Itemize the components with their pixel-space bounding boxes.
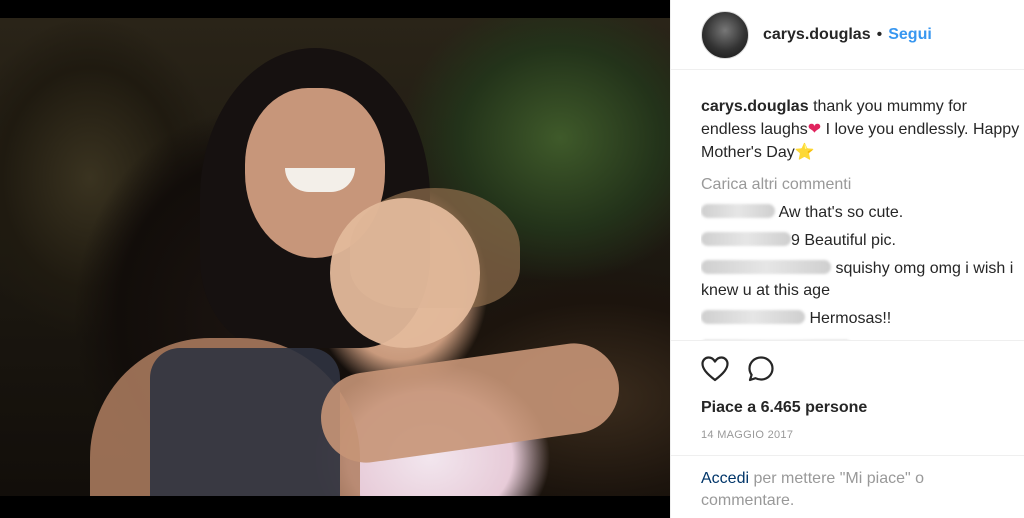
login-link[interactable]: Accedi bbox=[701, 470, 749, 487]
follow-button[interactable]: Segui bbox=[888, 26, 932, 44]
post-caption: carys.douglas thank you mummy for endles… bbox=[701, 96, 1021, 164]
instagram-post-page: carys.douglas • Segui carys.douglas than… bbox=[0, 0, 1024, 518]
photo-child-face bbox=[330, 198, 480, 348]
likes-count[interactable]: Piace a 6.465 persone bbox=[701, 399, 995, 417]
speech-bubble-icon[interactable] bbox=[747, 355, 775, 383]
comment-item: Aw that's so cute. bbox=[701, 202, 1021, 224]
post-sidebar: carys.douglas • Segui carys.douglas than… bbox=[670, 0, 1024, 518]
comment-item: Hermosas!! bbox=[701, 308, 1021, 330]
profile-avatar[interactable] bbox=[701, 10, 749, 59]
comment-item: squishy omg omg i wish i knew u at this … bbox=[701, 258, 1021, 302]
post-date[interactable]: 14 MAGGIO 2017 bbox=[701, 429, 995, 441]
header-separator: • bbox=[876, 25, 883, 43]
photo-arm bbox=[315, 337, 625, 469]
photo-pane bbox=[0, 0, 670, 518]
action-icons bbox=[701, 355, 995, 383]
blurred-username bbox=[701, 204, 775, 218]
comment-text: Aw that's so cute. bbox=[778, 204, 904, 221]
comments-section: carys.douglas thank you mummy for endles… bbox=[701, 96, 1021, 340]
comment-item: 9 Beautiful pic. bbox=[701, 230, 1021, 252]
comment-text: 9 Beautiful pic. bbox=[791, 232, 896, 249]
photo-dress bbox=[150, 348, 340, 496]
blurred-username bbox=[701, 310, 805, 324]
blurred-username bbox=[701, 232, 791, 246]
load-more-comments-button[interactable]: Carica altri commenti bbox=[701, 174, 1021, 196]
header-username[interactable]: carys.douglas bbox=[763, 26, 871, 44]
comment-text: Hermosas!! bbox=[809, 310, 892, 327]
post-header: carys.douglas • Segui bbox=[671, 0, 1024, 70]
login-prompt: Accedi per mettere "Mi piace" o commenta… bbox=[671, 455, 1024, 512]
red-heart-emoji-icon: ❤ bbox=[807, 119, 822, 138]
post-photo[interactable] bbox=[0, 18, 670, 496]
blurred-username bbox=[701, 260, 831, 274]
post-actions: Piace a 6.465 persone 14 MAGGIO 2017 bbox=[671, 340, 1024, 441]
caption-username[interactable]: carys.douglas bbox=[701, 98, 809, 115]
star-emoji-icon: ⭐ bbox=[794, 142, 815, 161]
heart-outline-icon[interactable] bbox=[701, 356, 729, 382]
